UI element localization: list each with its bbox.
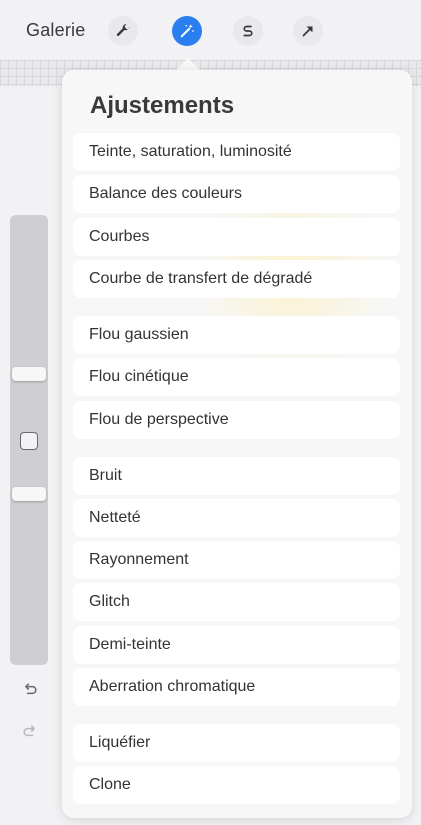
menu-item-liquify[interactable]: Liquéfier — [73, 724, 400, 762]
transform-button[interactable] — [293, 16, 323, 46]
selection-button[interactable] — [233, 16, 263, 46]
menu-item-halftone[interactable]: Demi-teinte — [73, 626, 400, 664]
menu-item-noise[interactable]: Bruit — [73, 457, 400, 495]
modify-button[interactable] — [20, 432, 38, 450]
brush-size-slider-handle[interactable] — [12, 367, 46, 381]
menu-item-glitch[interactable]: Glitch — [73, 583, 400, 621]
adjustments-button[interactable] — [172, 16, 202, 46]
menu-item-bloom[interactable]: Rayonnement — [73, 541, 400, 579]
menu-item-perspective-blur[interactable]: Flou de perspective — [73, 401, 400, 439]
menu-item-motion-blur[interactable]: Flou cinétique — [73, 358, 400, 396]
move-arrow-icon — [302, 26, 313, 37]
undo-icon[interactable] — [20, 680, 40, 700]
panel-title: Ajustements — [90, 92, 235, 119]
menu-item-chromatic-aberration[interactable]: Aberration chromatique — [73, 668, 400, 706]
menu-item-gradient-map[interactable]: Courbe de transfert de dégradé — [73, 260, 400, 298]
wrench-icon — [116, 24, 130, 36]
popover-arrow — [176, 58, 200, 70]
redo-icon[interactable] — [20, 722, 40, 742]
menu-item-color-balance[interactable]: Balance des couleurs — [73, 175, 400, 213]
menu-item-hue-saturation-brightness[interactable]: Teinte, saturation, luminosité — [73, 133, 400, 171]
menu-item-curves[interactable]: Courbes — [73, 218, 400, 256]
opacity-slider-handle[interactable] — [12, 487, 46, 501]
top-toolbar: Galerie — [0, 0, 421, 60]
menu-item-sharpen[interactable]: Netteté — [73, 499, 400, 537]
magic-wand-icon — [180, 24, 194, 38]
menu-item-gaussian-blur[interactable]: Flou gaussien — [73, 316, 400, 354]
menu-item-clone[interactable]: Clone — [73, 766, 400, 804]
selection-s-icon — [243, 25, 253, 37]
gallery-button[interactable]: Galerie — [26, 20, 85, 41]
adjustments-panel: Ajustements Teinte, saturation, luminosi… — [62, 70, 412, 818]
actions-button[interactable] — [108, 16, 138, 46]
